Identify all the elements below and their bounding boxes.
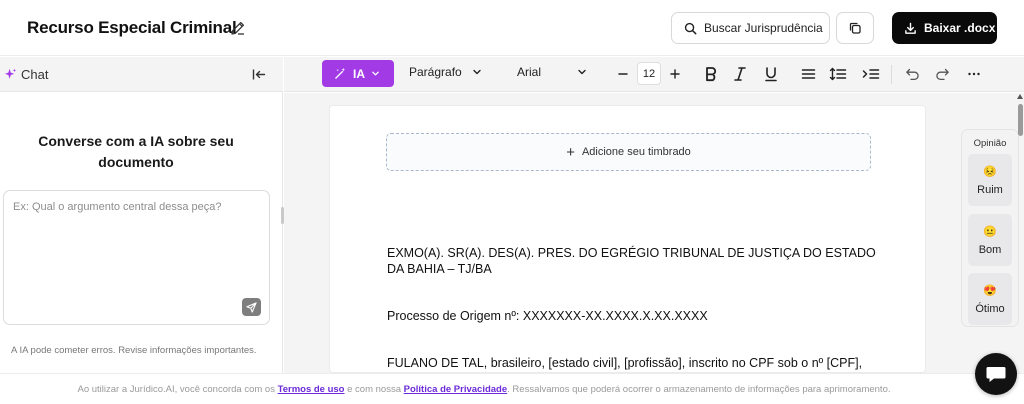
chat-tab-label[interactable]: Chat [21, 67, 48, 82]
download-icon [905, 22, 916, 34]
document-title: Recurso Especial Criminal [27, 18, 237, 37]
feedback-panel: Opinião 😣 Ruim 😐 Bom 😍 Ótimo [961, 129, 1019, 327]
font-family-value: Arial [517, 65, 542, 79]
align-icon [801, 69, 815, 79]
ai-disclaimer: A IA pode cometer erros. Revise informaç… [11, 345, 257, 356]
process-paragraph[interactable]: Processo de Origem nº: XXXXXXX-XX.XXXX.X… [387, 308, 877, 324]
redo-icon [935, 68, 949, 81]
footer-text-middle: e com nossa [347, 384, 401, 395]
ai-menu-button[interactable]: IA [322, 60, 394, 87]
feedback-bad-label: Ruim [977, 183, 1003, 196]
toolbar-divider [891, 65, 892, 84]
sad-face-icon: 😣 [983, 165, 997, 178]
editor-toolbar: IA Parágrafo Arial 12 [284, 57, 1024, 92]
scrollbar-thumb[interactable] [1018, 104, 1023, 136]
footer-text: Ao utilizar a Jurídico.AI, você concorda… [0, 384, 968, 395]
magic-wand-icon [335, 67, 346, 79]
plus-icon: + [566, 143, 575, 161]
chat-sidebar-header: Chat [0, 57, 283, 92]
editor-canvas: + Adicione seu timbrado EXMO(A). SR(A). … [284, 93, 1024, 373]
letterhead-label: Adicione seu timbrado [581, 146, 691, 158]
consent-footer: Ao utilizar a Jurídico.AI, você concorda… [0, 373, 1024, 404]
copy-icon [849, 22, 861, 34]
decrease-font-size-button[interactable] [614, 65, 632, 83]
chat-input[interactable] [4, 191, 269, 324]
chat-sidebar: Chat Converse com a IA sobre seu documen… [0, 57, 283, 373]
ai-menu-label: IA [353, 66, 365, 81]
chevron-down-icon [473, 69, 481, 75]
chevron-down-icon [372, 71, 379, 76]
chat-bubble-icon [986, 367, 1006, 382]
collapse-sidebar-icon[interactable] [252, 68, 266, 81]
indent-button[interactable] [862, 65, 880, 83]
undo-icon [905, 68, 919, 81]
addressee-paragraph[interactable]: EXMO(A). SR(A). DES(A). PRES. DO EGRÉGIO… [387, 245, 877, 277]
send-icon [246, 301, 257, 313]
heart-eyes-icon: 😍 [983, 284, 997, 297]
minus-icon [618, 73, 628, 75]
underline-button[interactable] [762, 65, 780, 83]
search-jurisprudence-button[interactable]: Buscar Jurisprudência [671, 12, 830, 44]
feedback-great-button[interactable]: 😍 Ótimo [968, 273, 1012, 325]
pencil-icon[interactable] [229, 19, 247, 37]
indent-icon [862, 69, 880, 79]
line-spacing-button[interactable] [829, 65, 847, 83]
sparkles-icon [4, 68, 17, 79]
paragraph-style-select[interactable]: Parágrafo [409, 65, 482, 79]
send-button[interactable] [242, 298, 261, 316]
bold-icon [706, 67, 717, 82]
support-chat-button[interactable] [975, 353, 1017, 395]
scroll-up-arrow[interactable] [1017, 94, 1023, 99]
chevron-down-icon [578, 69, 586, 75]
party-paragraph[interactable]: FULANO DE TAL, brasileiro, [estado civil… [387, 355, 877, 371]
underline-icon [765, 67, 777, 82]
feedback-good-label: Bom [978, 243, 1002, 256]
font-size-input[interactable]: 12 [637, 62, 661, 85]
increase-font-size-button[interactable] [666, 65, 684, 83]
more-icon [968, 72, 980, 76]
italic-icon [734, 67, 746, 81]
search-button-label: Buscar Jurisprudência [704, 21, 823, 35]
privacy-policy-link[interactable]: Política de Privacidade [404, 384, 508, 395]
app-header: Recurso Especial Criminal Buscar Jurispr… [0, 0, 1024, 56]
footer-text-start: Ao utilizar a Jurídico.AI, você concorda… [77, 384, 275, 395]
paragraph-style-value: Parágrafo [409, 65, 462, 79]
more-options-button[interactable] [965, 65, 983, 83]
chat-heading: Converse com a IA sobre seu documento [38, 133, 234, 170]
download-docx-button[interactable]: Baixar .docx [892, 12, 997, 44]
undo-button[interactable] [903, 65, 921, 83]
line-spacing-icon [829, 67, 847, 81]
chat-input-box [3, 190, 270, 325]
italic-button[interactable] [731, 65, 749, 83]
feedback-bad-button[interactable]: 😣 Ruim [968, 154, 1012, 206]
footer-text-end: . Ressalvamos que poderá ocorrer o armaz… [507, 384, 891, 395]
feedback-good-button[interactable]: 😐 Bom [968, 214, 1012, 266]
feedback-great-label: Ótimo [975, 302, 1005, 315]
add-letterhead-button[interactable]: + Adicione seu timbrado [386, 133, 871, 171]
bold-button[interactable] [702, 65, 720, 83]
align-button[interactable] [799, 65, 817, 83]
document-page[interactable]: + Adicione seu timbrado EXMO(A). SR(A). … [329, 105, 926, 373]
neutral-face-icon: 😐 [983, 225, 997, 238]
terms-of-use-link[interactable]: Termos de uso [278, 384, 345, 395]
download-button-label: Baixar .docx [924, 21, 996, 35]
plus-icon [670, 69, 680, 79]
search-icon [684, 22, 697, 34]
redo-button[interactable] [933, 65, 951, 83]
font-family-select[interactable]: Arial [517, 65, 587, 79]
feedback-title: Opinião [973, 138, 1007, 149]
copy-button[interactable] [836, 12, 874, 44]
